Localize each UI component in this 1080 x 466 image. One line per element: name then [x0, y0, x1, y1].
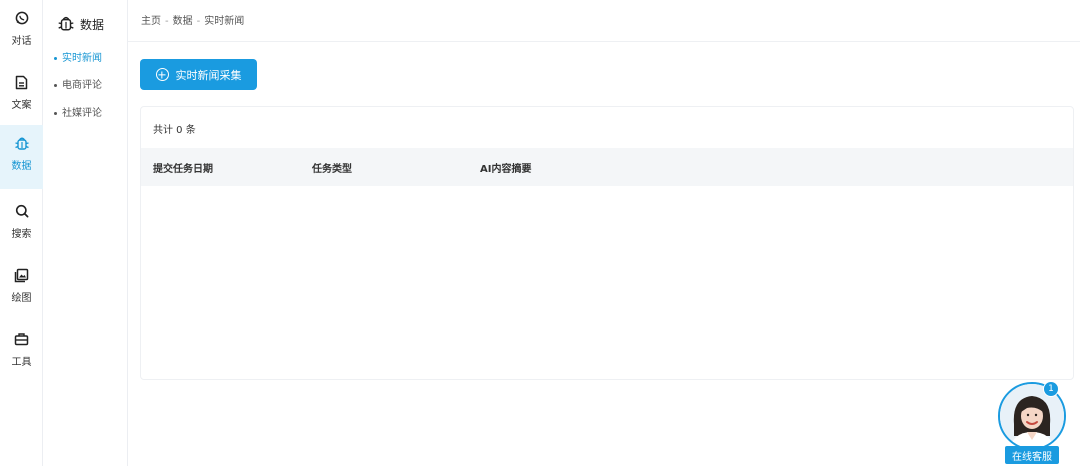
breadcrumb-separator: - — [165, 16, 169, 27]
rail-item-label: 文案 — [11, 100, 32, 111]
search-icon — [14, 203, 30, 219]
column-header-submit-date: 提交任务日期 — [153, 164, 213, 175]
rail-item-chat[interactable]: 对话 — [0, 0, 43, 64]
rail-item-search[interactable]: 搜索 — [0, 193, 43, 257]
support-label: 在线客服 — [1005, 446, 1059, 464]
realtime-news-collect-button[interactable]: 实时新闻采集 — [140, 59, 257, 90]
rail-item-label: 数据 — [11, 161, 32, 172]
data-bug-icon — [57, 14, 75, 35]
rail-item-label: 对话 — [11, 36, 32, 47]
task-table-card: 共计 0 条 提交任务日期 任务类型 AI内容摘要 — [140, 106, 1074, 380]
submenu-item-ecommerce-reviews[interactable]: 电商评论 — [54, 76, 102, 91]
submenu-item-realtime-news[interactable]: 实时新闻 — [54, 49, 102, 64]
rail-item-drawing[interactable]: 绘图 — [0, 257, 43, 321]
submenu-item-social-reviews[interactable]: 社媒评论 — [54, 104, 102, 119]
data-bug-icon — [14, 135, 30, 151]
notification-badge: 1 — [1043, 381, 1059, 397]
bullet-dot — [54, 111, 57, 115]
online-support-widget[interactable]: 1 在线客服 — [997, 381, 1067, 466]
rail-item-copywriting[interactable]: 文案 — [0, 64, 43, 128]
data-submenu: 数据 实时新闻 电商评论 社媒评论 — [43, 0, 128, 466]
rail-item-data[interactable]: 数据 — [0, 125, 43, 189]
rail-item-label: 绘图 — [11, 293, 32, 304]
image-icon — [14, 267, 30, 283]
chat-icon — [14, 10, 30, 26]
total-count: 共计 0 条 — [153, 125, 196, 136]
plus-circle-icon — [155, 68, 169, 81]
bullet-dot — [54, 56, 57, 60]
submenu-item-label: 电商评论 — [62, 80, 102, 91]
rail-item-label: 搜索 — [11, 229, 32, 240]
breadcrumb-current: 实时新闻 — [204, 16, 245, 27]
breadcrumb-home[interactable]: 主页 — [141, 16, 161, 27]
header-divider — [128, 41, 1080, 42]
submenu-item-label: 社媒评论 — [62, 108, 102, 119]
column-header-ai-summary: AI内容摘要 — [480, 164, 532, 175]
breadcrumb: 主页 - 数据 - 实时新闻 — [141, 12, 244, 27]
icon-rail: 对话 文案 数据 搜索 绘图 工具 — [0, 0, 43, 466]
submenu-item-label: 实时新闻 — [62, 53, 102, 64]
submenu-title: 数据 — [80, 18, 105, 32]
rail-item-tools[interactable]: 工具 — [0, 321, 43, 385]
rail-item-label: 工具 — [11, 357, 32, 368]
table-header: 提交任务日期 任务类型 AI内容摘要 — [141, 148, 1073, 186]
breadcrumb-data[interactable]: 数据 — [173, 16, 193, 27]
bullet-dot — [54, 83, 57, 87]
column-header-task-type: 任务类型 — [312, 164, 352, 175]
toolbox-icon — [14, 331, 30, 347]
document-icon — [14, 74, 30, 90]
collect-button-label: 实时新闻采集 — [175, 68, 242, 82]
submenu-header: 数据 — [57, 14, 104, 35]
breadcrumb-separator: - — [196, 16, 201, 27]
